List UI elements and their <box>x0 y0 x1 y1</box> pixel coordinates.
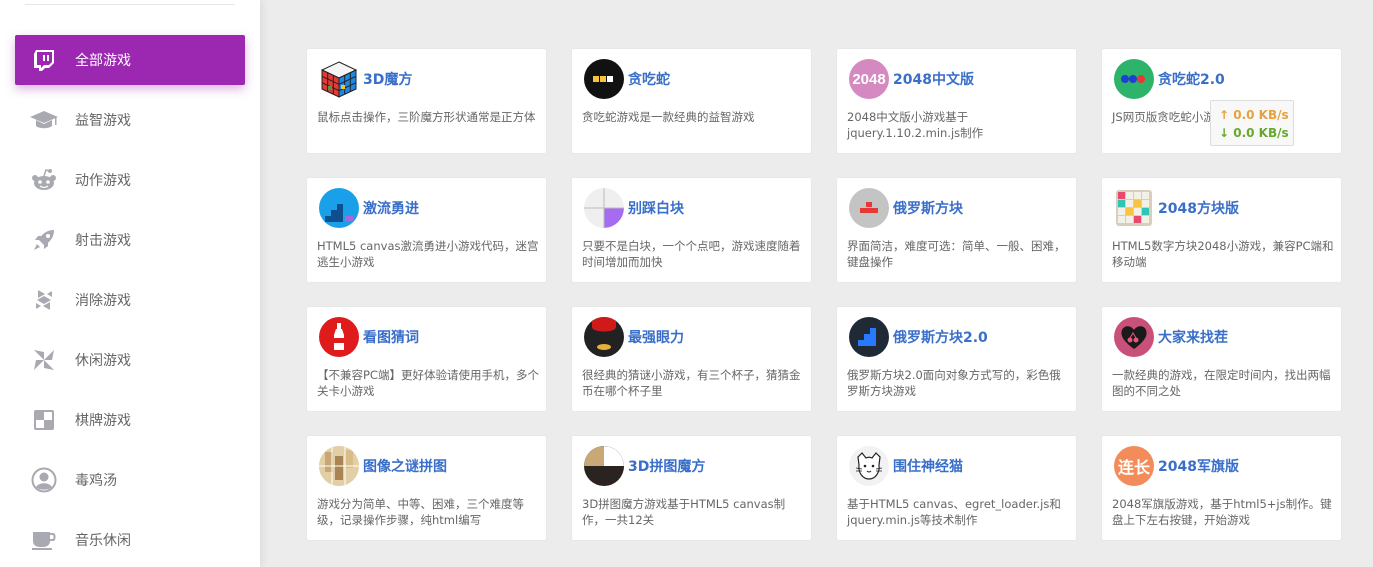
game-description: 俄罗斯方块2.0面向对象方式写的，彩色俄罗斯方块游戏 <box>847 368 1061 398</box>
game-card-white-tiles[interactable]: 别踩白块 只要不是白块，一个个点吧，游戏速度随着时间增加而加快 <box>571 177 812 283</box>
lianzhang-icon: 连长 <box>1114 446 1154 486</box>
sidebar-item-music[interactable]: 音乐休闲 <box>15 515 245 565</box>
game-title: 图像之谜拼图 <box>363 459 447 475</box>
sidebar-item-puzzle-games[interactable]: 益智游戏 <box>15 95 245 145</box>
cat-icon <box>849 446 889 486</box>
cup-coin-icon <box>584 317 624 357</box>
sidebar-item-casual-games[interactable]: 休闲游戏 <box>15 335 245 385</box>
user-circle-icon <box>29 465 59 495</box>
game-title: 围住神经猫 <box>893 459 963 475</box>
sidebar-item-all-games[interactable]: 全部游戏 <box>15 35 245 85</box>
game-description: HTML5数字方块2048小游戏，兼容PC端和移动端 <box>1112 239 1334 269</box>
game-description: 【不兼容PC端】更好体验请使用手机，多个关卡小游戏 <box>317 368 539 398</box>
game-title: 别踩白块 <box>628 201 684 217</box>
game-title: 俄罗斯方块 <box>893 201 963 217</box>
game-title: 最强眼力 <box>628 330 684 346</box>
game-card-2048-army-chess[interactable]: 连长 2048军旗版 2048军旗版游戏，基于html5+js制作。键盘上下左右… <box>1101 435 1342 541</box>
game-card-sharp-eyes[interactable]: 最强眼力 很经典的猜谜小游戏，有三个杯子，猜猜金币在哪个杯子里 <box>571 306 812 412</box>
game-description: 只要不是白块，一个个点吧，游戏速度随着时间增加而加快 <box>582 239 801 269</box>
game-description: 一款经典的游戏，在限定时间内，找出两幅图的不同之处 <box>1112 368 1331 398</box>
sidebar-item-match-games[interactable]: 消除游戏 <box>15 275 245 325</box>
game-title: 贪吃蛇2.0 <box>1158 72 1225 88</box>
stairs-icon <box>319 188 359 228</box>
game-card-rapids[interactable]: 激流勇进 HTML5 canvas激流勇进小游戏代码，迷宫逃生小游戏 <box>306 177 547 283</box>
sidebar-item-label: 全部游戏 <box>75 53 131 69</box>
puzzle-photo-icon <box>319 446 359 486</box>
game-card-spot-difference[interactable]: 大家来找茬 一款经典的游戏，在限定时间内，找出两幅图的不同之处 <box>1101 306 1342 412</box>
game-card-image-puzzle[interactable]: 图像之谜拼图 游戏分为简单、中等、困难，三个难度等级，记录操作步骤，纯html编… <box>306 435 547 541</box>
pinwheel-icon <box>29 345 59 375</box>
sidebar-item-shooting-games[interactable]: 射击游戏 <box>15 215 245 265</box>
game-title: 贪吃蛇 <box>628 72 670 88</box>
sidebar: 全部游戏 益智游戏 动作游戏 射击游戏 消除游戏 休闲游戏 棋牌游戏 毒鸡汤 音… <box>0 0 260 567</box>
game-title: 看图猜词 <box>363 330 419 346</box>
game-title: 俄罗斯方块2.0 <box>893 330 988 346</box>
tetris-blue-icon <box>849 317 889 357</box>
sidebar-item-label: 棋牌游戏 <box>75 413 131 429</box>
game-card-2048-blocks[interactable]: 2048方块版 HTML5数字方块2048小游戏，兼容PC端和移动端 <box>1101 177 1342 283</box>
sidebar-item-label: 毒鸡汤 <box>75 473 117 489</box>
download-speed: ↓ 0.0 KB/s <box>1219 126 1289 140</box>
sidebar-item-chicken-soup[interactable]: 毒鸡汤 <box>15 455 245 505</box>
game-description: 鼠标点击操作，三阶魔方形状通常是正方体 <box>317 110 536 124</box>
game-title: 激流勇进 <box>363 201 419 217</box>
game-description: 基于HTML5 canvas、egret_loader.js和jquery.mi… <box>847 497 1061 527</box>
game-card-2048-cn[interactable]: 2048 2048中文版 2048中文版小游戏基于jquery.1.10.2.m… <box>836 48 1077 154</box>
game-title: 3D拼图魔方 <box>628 459 706 475</box>
sidebar-item-label: 音乐休闲 <box>75 533 131 549</box>
net-speed-widget: ↑ 0.0 KB/s ↓ 0.0 KB/s <box>1210 100 1294 146</box>
sidebar-item-label: 休闲游戏 <box>75 353 131 369</box>
game-title: 2048方块版 <box>1158 201 1239 217</box>
coffee-cup-icon <box>29 525 59 555</box>
rubiks-cube-icon <box>319 59 359 99</box>
game-description: 游戏分为简单、中等、困难，三个难度等级，记录操作步骤，纯html编写 <box>317 497 524 527</box>
game-description: 2048中文版小游戏基于jquery.1.10.2.min.js制作 <box>847 110 984 140</box>
graduation-cap-icon <box>29 105 59 135</box>
reddit-icon <box>29 165 59 195</box>
divider <box>25 4 235 5</box>
game-description: 贪吃蛇游戏是一款经典的益智游戏 <box>582 110 755 124</box>
upload-speed: ↑ 0.0 KB/s <box>1219 108 1289 122</box>
game-description: HTML5 canvas激流勇进小游戏代码，迷宫逃生小游戏 <box>317 239 539 269</box>
game-title: 2048军旗版 <box>1158 459 1239 475</box>
twitch-icon <box>29 45 59 75</box>
game-title: 3D魔方 <box>363 72 413 88</box>
game-description: 很经典的猜谜小游戏，有三个杯子，猜猜金币在哪个杯子里 <box>582 368 801 398</box>
2048-icon: 2048 <box>849 59 889 99</box>
game-title: 大家来找茬 <box>1158 330 1228 346</box>
sidebar-item-label: 动作游戏 <box>75 173 131 189</box>
grid-blocks-icon <box>1114 188 1154 228</box>
game-description: 2048军旗版游戏，基于html5+js制作。键盘上下左右按键，开始游戏 <box>1112 497 1332 527</box>
game-card-tetris-2[interactable]: 俄罗斯方块2.0 俄罗斯方块2.0面向对象方式写的，彩色俄罗斯方块游戏 <box>836 306 1077 412</box>
tetris-red-icon <box>849 188 889 228</box>
snake-dots-icon <box>1114 59 1154 99</box>
game-title: 2048中文版 <box>893 72 974 88</box>
game-card-snake[interactable]: 贪吃蛇 贪吃蛇游戏是一款经典的益智游戏 <box>571 48 812 154</box>
sidebar-item-label: 益智游戏 <box>75 113 131 129</box>
game-card-3d-cube[interactable]: 3D魔方 鼠标点击操作，三阶魔方形状通常是正方体 <box>306 48 547 154</box>
game-card-3d-puzzle-cube[interactable]: 3D拼图魔方 3D拼图魔方游戏基于HTML5 canvas制作，一共12关 <box>571 435 812 541</box>
sidebar-item-board-games[interactable]: 棋牌游戏 <box>15 395 245 445</box>
game-card-guess-word[interactable]: 看图猜词 【不兼容PC端】更好体验请使用手机，多个关卡小游戏 <box>306 306 547 412</box>
game-description: 3D拼图魔方游戏基于HTML5 canvas制作，一共12关 <box>582 497 786 527</box>
bottle-icon <box>319 317 359 357</box>
puzzle-cube-icon <box>584 446 624 486</box>
heart-cherry-icon <box>1114 317 1154 357</box>
sidebar-item-label: 射击游戏 <box>75 233 131 249</box>
sidebar-item-label: 消除游戏 <box>75 293 131 309</box>
rocket-icon <box>29 225 59 255</box>
game-card-catch-cat[interactable]: 围住神经猫 基于HTML5 canvas、egret_loader.js和jqu… <box>836 435 1077 541</box>
game-card-tetris[interactable]: 俄罗斯方块 界面简洁，难度可选：简单、一般、困难，键盘操作 <box>836 177 1077 283</box>
chessboard-icon <box>29 405 59 435</box>
sidebar-item-action-games[interactable]: 动作游戏 <box>15 155 245 205</box>
snake-icon <box>584 59 624 99</box>
hubspot-icon <box>29 285 59 315</box>
tiles-icon <box>584 188 624 228</box>
game-description: 界面简洁，难度可选：简单、一般、困难，键盘操作 <box>847 239 1066 269</box>
